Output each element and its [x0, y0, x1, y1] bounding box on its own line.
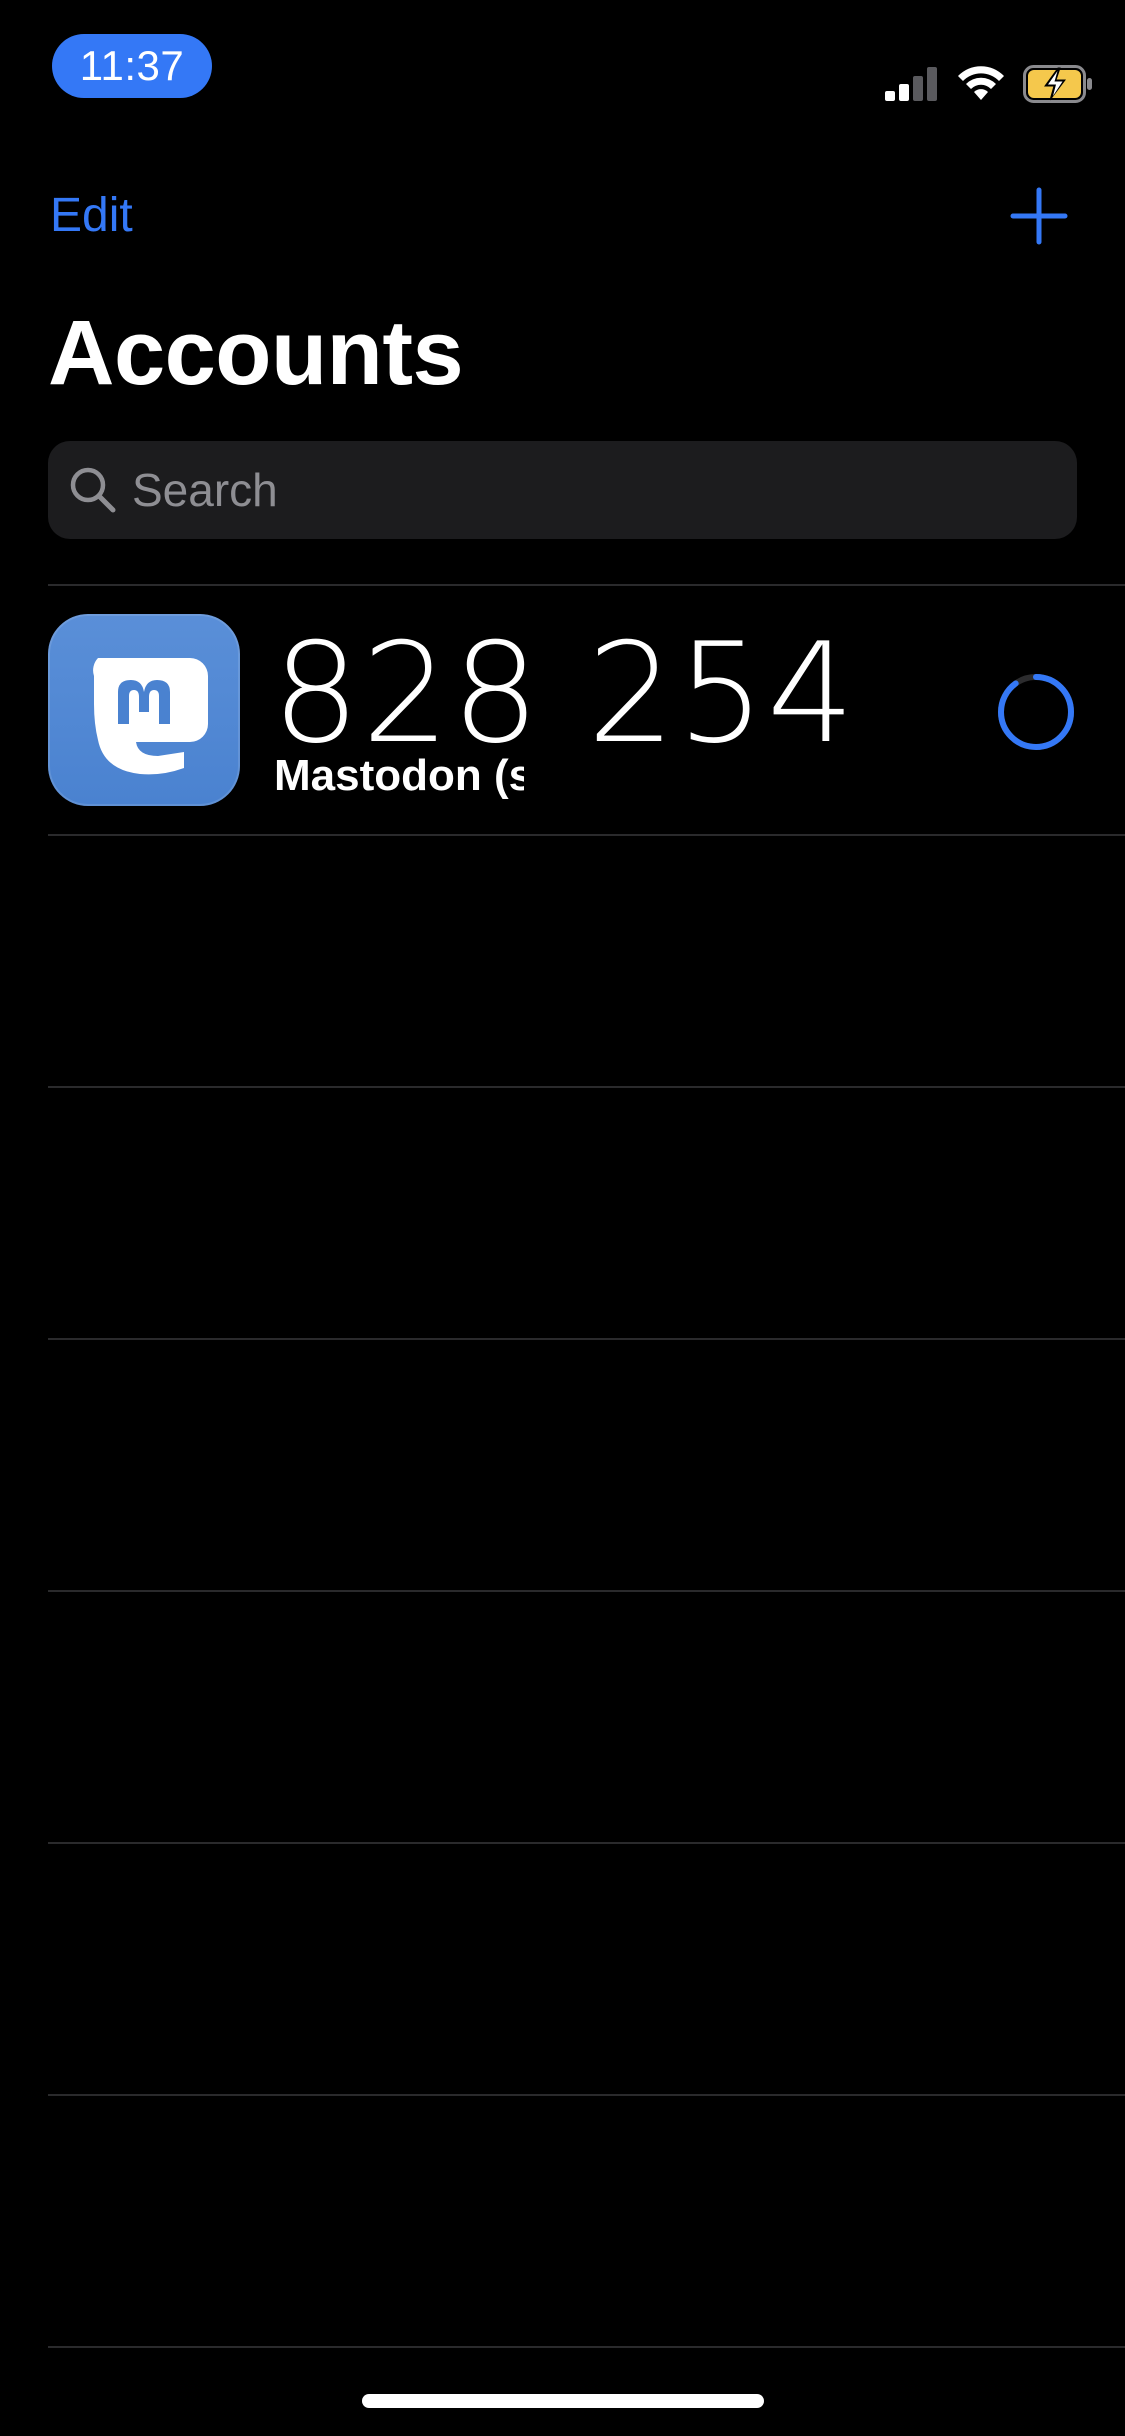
- mastodon-logo-icon: [93, 658, 208, 775]
- list-separator: [48, 1338, 1125, 1340]
- mastodon-app-icon: [48, 614, 240, 806]
- account-name: Mastodon (s: [274, 751, 524, 800]
- status-bar: 11:37: [0, 0, 1125, 130]
- countdown-timer-icon: [998, 674, 1074, 750]
- search-bar[interactable]: [48, 441, 1077, 539]
- search-icon: [70, 467, 116, 513]
- wifi-icon: [958, 66, 1004, 100]
- cellular-signal-icon: [885, 67, 937, 101]
- list-separator: [48, 2346, 1125, 2348]
- page-title: Accounts: [48, 302, 464, 404]
- otp-code[interactable]: 828 254: [272, 624, 857, 764]
- add-account-button[interactable]: [1009, 186, 1069, 246]
- home-indicator[interactable]: [362, 2394, 764, 2408]
- list-separator: [48, 1842, 1125, 1844]
- list-separator: [48, 1086, 1125, 1088]
- account-row[interactable]: 828 254 Mastodon (s: [0, 586, 1125, 836]
- status-icons: [885, 62, 1093, 106]
- status-time[interactable]: 11:37: [52, 34, 212, 98]
- plus-icon: [1010, 187, 1068, 245]
- list-separator: [48, 2094, 1125, 2096]
- search-input[interactable]: [130, 444, 1034, 536]
- list-separator: [48, 1590, 1125, 1592]
- edit-button[interactable]: Edit: [50, 186, 133, 246]
- battery-charging-icon: [1023, 65, 1092, 103]
